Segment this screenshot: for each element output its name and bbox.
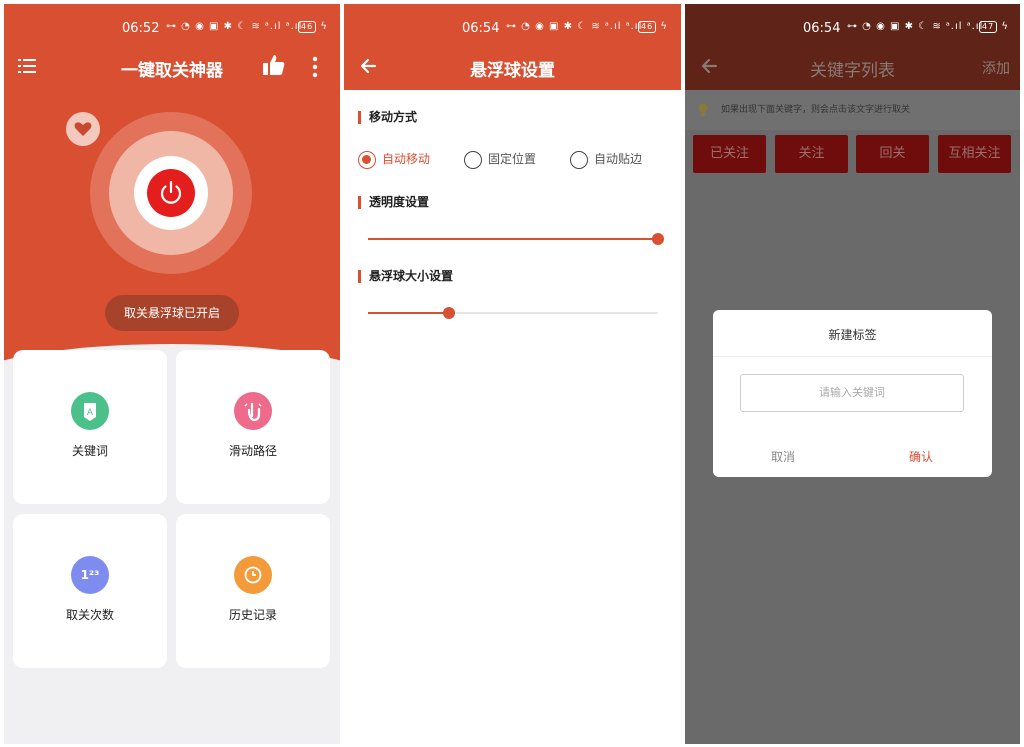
battery-icon: 47	[979, 21, 998, 33]
heart-icon	[74, 122, 92, 136]
power-icon	[160, 180, 182, 204]
status-icons: ⊶ ◔ ◉ ▣ ✱ ☾ ≋ ᵃ.ıl ᵃ.ıl	[166, 21, 303, 32]
card-label: 历史记录	[228, 608, 277, 622]
section-move-mode: 移动方式	[358, 111, 417, 124]
svg-text:A: A	[87, 408, 94, 418]
dialog-title: 新建标签	[828, 328, 877, 342]
clock-icon	[234, 556, 272, 594]
lightbulb-icon	[698, 103, 708, 116]
radio-fixed-position[interactable]: 固定位置	[464, 150, 536, 169]
card-history[interactable]: 历史记录	[176, 514, 330, 668]
keyword-icon: A	[71, 392, 109, 430]
status-bar: 06:54 ⊶ ◔ ◉ ▣ ✱ ☾ ≋ ᵃ.ıl ᵃ.ıl 47 ϟ	[803, 21, 1009, 36]
card-keywords[interactable]: A 关键词	[13, 350, 167, 504]
section-ball-size: 悬浮球大小设置	[358, 270, 453, 283]
battery-icon: 46	[298, 21, 317, 33]
card-label: 滑动路径	[228, 444, 277, 458]
radio-auto-edge[interactable]: 自动贴边	[570, 150, 642, 169]
favorite-button[interactable]	[66, 112, 100, 146]
keyword-tag[interactable]: 已关注	[693, 135, 766, 173]
swipe-icon	[234, 392, 272, 430]
confirm-button[interactable]: 确认	[909, 448, 933, 465]
status-time: 06:54	[462, 21, 500, 36]
radio-auto-move[interactable]: 自动移动	[358, 150, 430, 169]
keyword-tag[interactable]: 互相关注	[938, 135, 1011, 173]
keyword-tag[interactable]: 关注	[775, 135, 848, 173]
app-title: 一键取关神器	[121, 61, 223, 81]
home-screen: 06:52 ⊶ ◔ ◉ ▣ ✱ ☾ ≋ ᵃ.ıl ᵃ.ıl 46 ϟ 一键取关神…	[4, 4, 340, 744]
power-button[interactable]	[147, 169, 195, 217]
keyword-list-screen: 06:54 ⊶ ◔ ◉ ▣ ✱ ☾ ≋ ᵃ.ıl ᵃ.ıl 47 ϟ 关键字列表…	[685, 4, 1020, 744]
card-label: 关键词	[71, 444, 108, 458]
counter-icon: 1²³	[71, 556, 109, 594]
card-label: 取关次数	[65, 608, 114, 622]
keyword-input[interactable]: 请输入关键词	[740, 374, 964, 412]
tip-text: 如果出现下面关键字，则会点击该文字进行取关	[721, 105, 911, 115]
page-title: 悬浮球设置	[470, 61, 555, 81]
card-unfollow-count[interactable]: 1²³ 取关次数	[13, 514, 167, 668]
size-slider[interactable]	[368, 307, 658, 319]
add-button[interactable]: 添加	[982, 58, 1010, 78]
thumbs-up-icon[interactable]	[262, 54, 286, 76]
status-bar: 06:54 ⊶ ◔ ◉ ▣ ✱ ☾ ≋ ᵃ.ıl ᵃ.ıl 46 ϟ	[462, 21, 668, 36]
tip-bar: 如果出现下面关键字，则会点击该文字进行取关	[685, 90, 1020, 130]
battery-icon: 46	[638, 21, 657, 33]
status-icons: ⊶ ◔ ◉ ▣ ✱ ☾ ≋ ᵃ.ıl ᵃ.ıl	[506, 21, 643, 32]
more-options-icon[interactable]	[311, 56, 319, 78]
slider-thumb[interactable]	[443, 307, 456, 319]
keyword-tag[interactable]: 回关	[856, 135, 929, 173]
opacity-slider[interactable]	[368, 233, 664, 245]
page-title: 关键字列表	[810, 61, 895, 81]
floating-ball-status[interactable]: 取关悬浮球已开启	[105, 295, 239, 331]
status-icons: ⊶ ◔ ◉ ▣ ✱ ☾ ≋ ᵃ.ıl ᵃ.ıl	[847, 21, 984, 32]
section-opacity: 透明度设置	[358, 196, 429, 209]
slider-thumb[interactable]	[652, 233, 664, 245]
status-time: 06:52	[122, 21, 160, 36]
new-tag-dialog: 新建标签 请输入关键词 取消 确认	[713, 310, 992, 477]
cancel-button[interactable]: 取消	[771, 448, 795, 465]
status-bar: 06:52 ⊶ ◔ ◉ ▣ ✱ ☾ ≋ ᵃ.ıl ᵃ.ıl 46 ϟ	[122, 21, 328, 36]
card-swipe-path[interactable]: 滑动路径	[176, 350, 330, 504]
status-time: 06:54	[803, 21, 841, 36]
dialog-divider	[713, 356, 992, 357]
floating-settings-screen: 06:54 ⊶ ◔ ◉ ▣ ✱ ☾ ≋ ᵃ.ıl ᵃ.ıl 46 ϟ 悬浮球设置…	[344, 4, 681, 744]
